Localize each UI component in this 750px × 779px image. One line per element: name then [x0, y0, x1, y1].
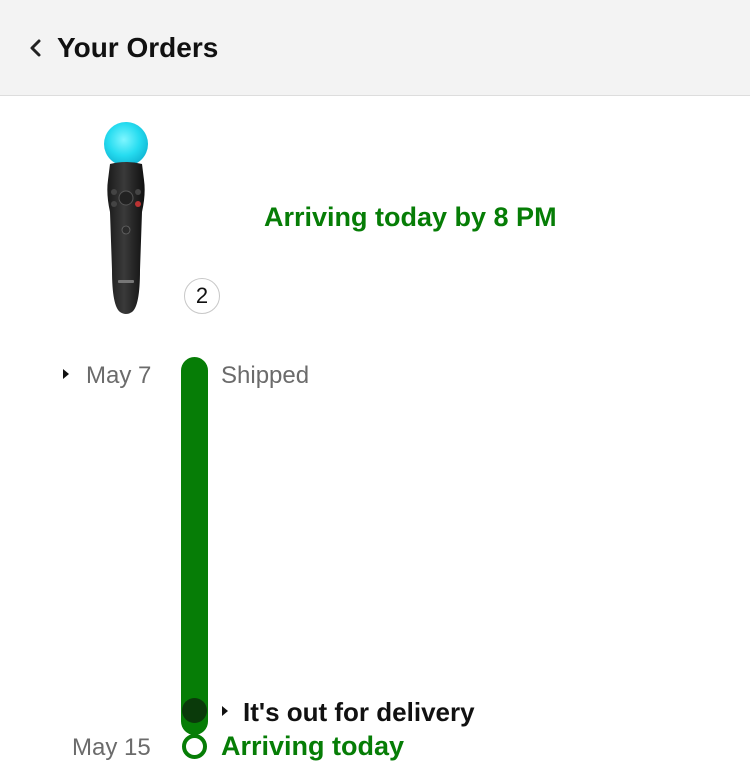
delivery-headline: Arriving today by 8 PM — [264, 202, 557, 232]
app-header: Your Orders — [0, 0, 750, 96]
event-date: May 15 — [72, 734, 151, 761]
event-label: It's out for delivery — [243, 697, 475, 727]
current-step-dot — [182, 698, 207, 723]
upcoming-step-dot — [182, 734, 207, 759]
event-date: May 7 — [86, 362, 152, 389]
expand-triangle-icon — [63, 369, 69, 379]
playstation-move-controller-image — [104, 122, 148, 314]
page-title: Your Orders — [57, 32, 219, 63]
product-image[interactable] — [96, 120, 160, 320]
event-label: Arriving today — [221, 731, 405, 761]
chevron-left-icon — [30, 39, 41, 57]
back-button[interactable] — [18, 28, 54, 68]
progress-track — [181, 357, 208, 735]
event-label: Shipped — [221, 362, 310, 389]
quantity-badge: 2 — [184, 278, 220, 314]
expand-triangle-icon — [222, 706, 228, 716]
